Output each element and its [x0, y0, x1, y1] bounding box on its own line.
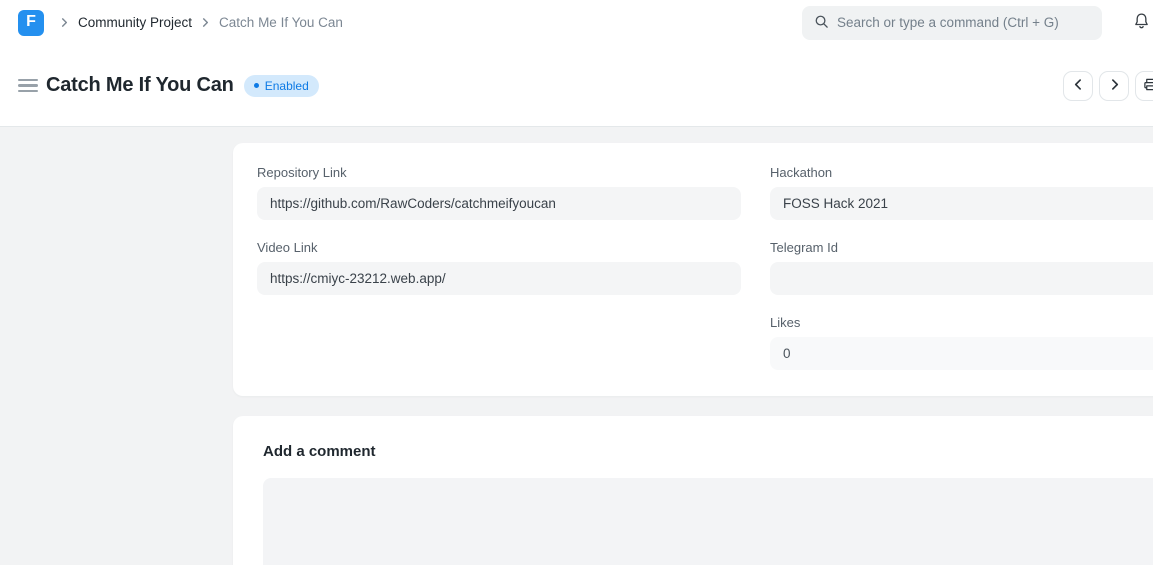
- page-header-left: Catch Me If You Can Enabled: [18, 74, 319, 97]
- details-form-card: Repository Link Video Link Hackathon Tel…: [233, 143, 1153, 396]
- field-repository-link: Repository Link: [257, 165, 741, 220]
- likes-value: [770, 337, 1153, 370]
- prev-record-button[interactable]: [1063, 71, 1093, 101]
- likes-label: Likes: [770, 315, 1153, 330]
- search-placeholder: Search or type a command (Ctrl + G): [837, 15, 1059, 30]
- add-comment-heading: Add a comment: [263, 443, 1153, 460]
- video-link-label: Video Link: [257, 240, 741, 255]
- field-hackathon: Hackathon: [770, 165, 1153, 220]
- print-button[interactable]: [1135, 71, 1153, 101]
- field-likes: Likes: [770, 315, 1153, 370]
- comment-input[interactable]: [263, 478, 1153, 565]
- telegram-id-input[interactable]: [770, 262, 1153, 295]
- page-title: Catch Me If You Can: [46, 74, 234, 97]
- chevron-right-icon: [60, 18, 69, 27]
- status-badge: Enabled: [244, 75, 319, 97]
- app-window: F Community Project Catch Me If You Can …: [0, 0, 1153, 565]
- breadcrumb-item-community-project[interactable]: Community Project: [78, 15, 192, 30]
- page-header-actions: [1063, 71, 1153, 101]
- status-dot-icon: [254, 83, 259, 88]
- field-video-link: Video Link: [257, 240, 741, 295]
- printer-icon: [1143, 77, 1153, 95]
- form-column-left: Repository Link Video Link: [257, 165, 741, 370]
- chevron-right-icon: [201, 18, 210, 27]
- chevron-right-icon: [1109, 78, 1120, 93]
- bell-icon: [1133, 12, 1150, 33]
- hackathon-label: Hackathon: [770, 165, 1153, 180]
- next-record-button[interactable]: [1099, 71, 1129, 101]
- search-icon: [814, 14, 829, 32]
- navbar-left: F Community Project Catch Me If You Can: [18, 10, 343, 36]
- navbar-right: Search or type a command (Ctrl + G): [802, 6, 1153, 40]
- status-badge-label: Enabled: [265, 79, 309, 93]
- app-logo-letter: F: [26, 14, 36, 30]
- main-content: Repository Link Video Link Hackathon Tel…: [0, 127, 1153, 565]
- repository-link-label: Repository Link: [257, 165, 741, 180]
- chevron-left-icon: [1073, 78, 1084, 93]
- hamburger-icon: [18, 79, 38, 93]
- telegram-id-label: Telegram Id: [770, 240, 1153, 255]
- top-navbar: F Community Project Catch Me If You Can …: [0, 0, 1153, 45]
- global-search-input[interactable]: Search or type a command (Ctrl + G): [802, 6, 1102, 40]
- page-header: Catch Me If You Can Enabled: [0, 45, 1153, 127]
- repository-link-input[interactable]: [257, 187, 741, 220]
- form-column-right: Hackathon Telegram Id Likes: [770, 165, 1153, 370]
- field-telegram-id: Telegram Id: [770, 240, 1153, 295]
- breadcrumb: Community Project Catch Me If You Can: [60, 15, 343, 30]
- video-link-input[interactable]: [257, 262, 741, 295]
- notifications-button[interactable]: [1131, 12, 1151, 34]
- sidebar-toggle-button[interactable]: [18, 76, 38, 96]
- comment-card: Add a comment: [233, 416, 1153, 565]
- app-logo[interactable]: F: [18, 10, 44, 36]
- breadcrumb-item-current[interactable]: Catch Me If You Can: [219, 15, 343, 30]
- hackathon-input[interactable]: [770, 187, 1153, 220]
